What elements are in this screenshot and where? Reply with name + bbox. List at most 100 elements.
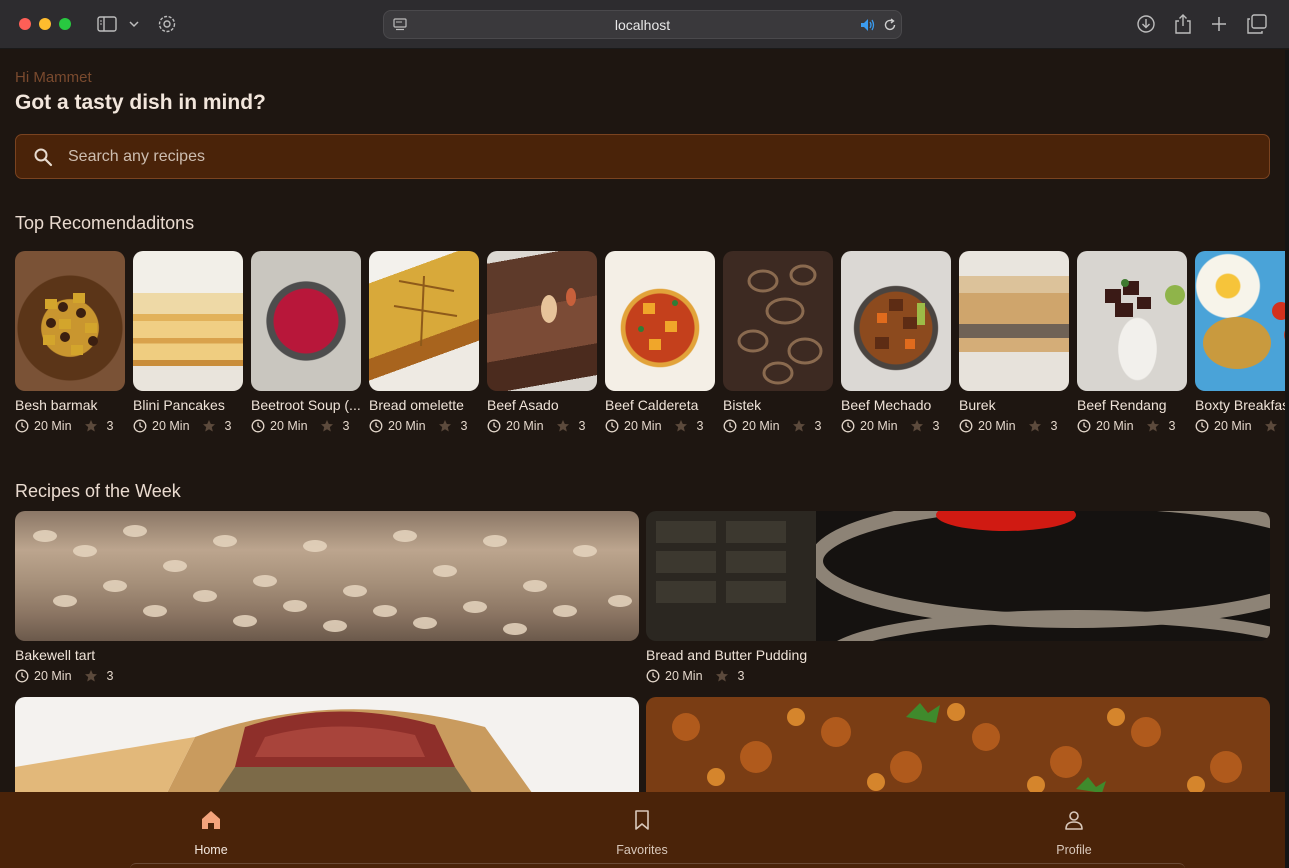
top-recommendations-list[interactable]: Besh barmak 20 Min 3 Blini Pancakes 20 M… [15,251,1285,441]
browser-toolbar: localhost [0,0,1289,49]
star-icon [320,420,333,432]
search-bar[interactable] [15,134,1270,179]
download-icon[interactable] [1134,12,1158,36]
recipe-image [646,697,1270,797]
recipe-card[interactable]: Bistek 20 Min 3 [723,251,833,441]
nav-home-label: Home [194,843,228,857]
recipe-meta: 20 Min 3 [487,419,585,433]
recipe-meta: 20 Min 3 [841,419,939,433]
recipe-card[interactable]: Burek 20 Min 3 [959,251,1069,441]
page-title: Got a tasty dish in mind? [15,91,266,114]
star-icon [1028,420,1041,432]
star-icon [84,670,97,682]
recipe-card[interactable]: Beef Caldereta 20 Min 3 [605,251,715,441]
recipe-card[interactable]: Besh barmak 20 Min 3 [15,251,125,441]
recipe-card[interactable]: Blini Pancakes 20 Min 3 [133,251,243,441]
recipe-meta: 20 Min 3 [959,419,1057,433]
chevron-down-icon[interactable] [122,12,146,36]
clock-icon [133,419,147,433]
recipe-meta: 20 Min 3 [15,419,113,433]
recipe-time: 20 Min [1096,419,1134,433]
star-icon [792,420,805,432]
recipe-time: 20 Min [270,419,308,433]
recipe-time: 20 Min [624,419,662,433]
clock-icon [959,419,973,433]
recipe-card[interactable]: Boxty Breakfast 20 Min 3 [1195,251,1285,441]
recipe-time: 20 Min [978,419,1016,433]
recipe-image [605,251,715,391]
search-input[interactable] [68,143,1248,171]
nav-favorites[interactable]: Favorites [582,808,702,857]
speaker-icon[interactable] [856,13,880,37]
recipe-rating: 3 [932,419,940,433]
recipe-name: Blini Pancakes [133,397,225,413]
recipe-image [133,251,243,391]
greeting-text: Hi Mammet [15,69,92,86]
weekly-recipe-card[interactable]: Bakewell tart 20 Min 3 [15,511,639,691]
recipe-rating: 3 [106,669,114,683]
recipe-time: 20 Min [152,419,190,433]
sidebar-icon[interactable] [95,12,119,36]
recipe-image [15,697,639,797]
recipe-card[interactable]: Beef Asado 20 Min 3 [487,251,597,441]
user-icon [1065,811,1083,830]
recipe-meta: 20 Min 3 [251,419,349,433]
star-icon [1264,420,1277,432]
nav-home[interactable]: Home [151,808,271,857]
bottom-navigation: Home Favorites Profile [0,792,1285,868]
clock-icon [251,419,265,433]
gear-icon[interactable] [155,12,179,36]
nav-favorites-label: Favorites [616,843,668,857]
top-recommendations-title: Top Recomendaditons [15,213,195,233]
nav-profile-label: Profile [1056,843,1092,857]
maximize-window-button[interactable] [59,18,71,30]
nav-profile[interactable]: Profile [1014,808,1134,857]
recipe-card[interactable]: Bread omelette 20 Min 3 [369,251,479,441]
recipe-time: 20 Min [1214,419,1252,433]
recipe-time: 20 Min [388,419,426,433]
recipe-image [646,511,1270,641]
recipe-name: Bakewell tart [15,647,96,663]
recipe-meta: 20 Min 3 [133,419,231,433]
clock-icon [487,419,501,433]
star-icon [674,420,687,432]
recipe-meta: 20 Min 3 [646,669,744,683]
clock-icon [605,419,619,433]
recipe-name: Bread and Butter Pudding [646,647,808,663]
address-bar[interactable]: localhost [383,10,902,39]
recipe-meta: 20 Min 3 [1195,419,1285,433]
weekly-recipe-card[interactable]: Bread and Butter Pudding 20 Min 3 [646,511,1270,691]
scrollbar[interactable] [1285,50,1289,868]
close-window-button[interactable] [19,18,31,30]
recipe-image [487,251,597,391]
recipe-meta: 20 Min 3 [15,669,113,683]
clock-icon [369,419,383,433]
minimize-window-button[interactable] [39,18,51,30]
recipe-name: Boxty Breakfast [1195,397,1285,413]
recipe-name: Beef Rendang [1077,397,1167,413]
recipe-rating: 3 [224,419,232,433]
recipe-image [369,251,479,391]
star-icon [438,420,451,432]
recipe-image [1077,251,1187,391]
recipe-name: Bread omelette [369,397,464,413]
recipe-card[interactable]: Beetroot Soup (... 20 Min 3 [251,251,361,441]
recipe-image [959,251,1069,391]
recipe-image [251,251,361,391]
reload-icon[interactable] [878,13,902,37]
new-tab-icon[interactable] [1207,12,1231,36]
home-icon [202,811,220,829]
home-indicator [130,863,1185,868]
share-icon[interactable] [1171,12,1195,36]
recipe-name: Beef Asado [487,397,559,413]
recipe-card[interactable]: Beef Rendang 20 Min 3 [1077,251,1187,441]
weekly-recipe-card[interactable] [646,697,1270,797]
recipe-rating: 3 [342,419,350,433]
bookmark-icon [635,810,649,830]
recipe-card[interactable]: Beef Mechado 20 Min 3 [841,251,951,441]
recipe-meta: 20 Min 3 [1077,419,1175,433]
url-text: localhost [614,17,671,33]
star-icon [910,420,923,432]
weekly-recipe-card[interactable] [15,697,639,797]
tabs-overview-icon[interactable] [1245,12,1269,36]
